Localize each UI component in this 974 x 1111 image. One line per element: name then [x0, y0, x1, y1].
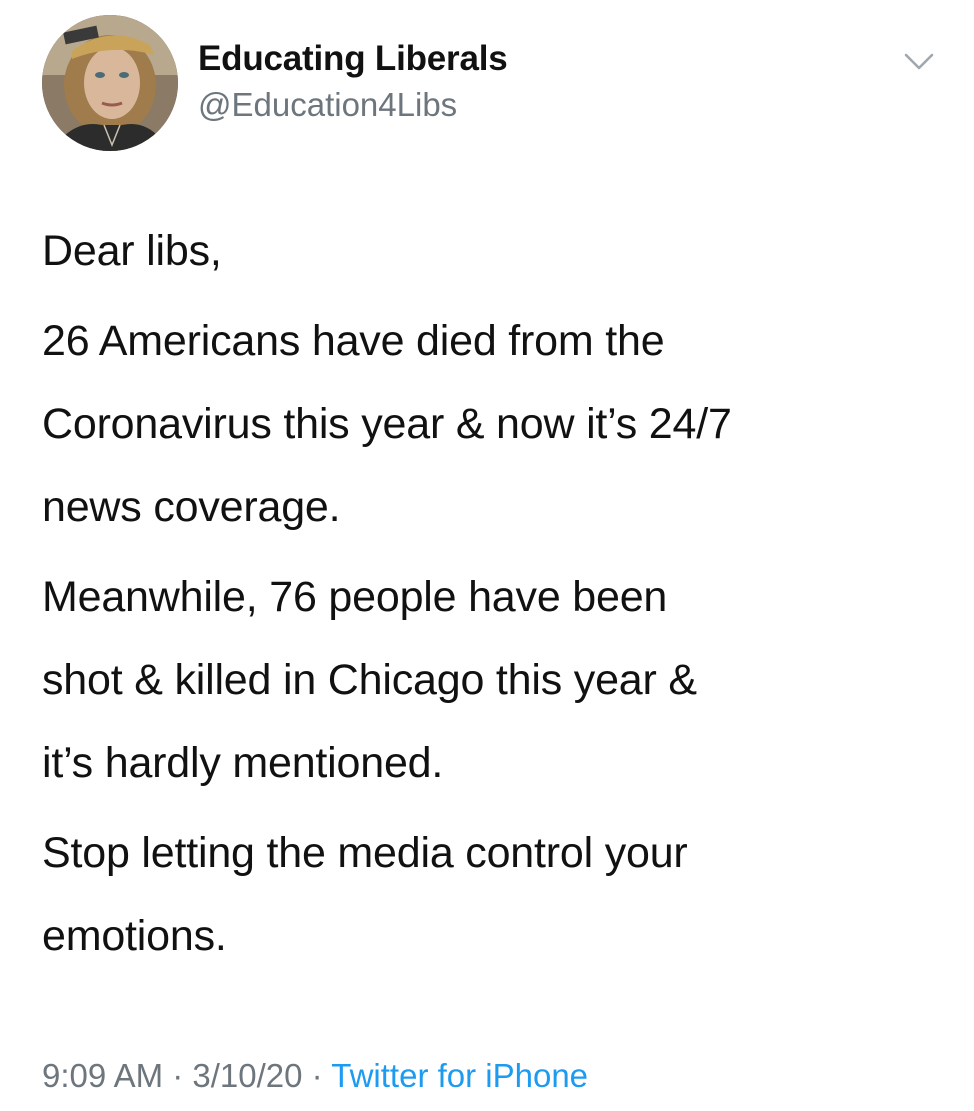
- tweet-source-link[interactable]: Twitter for iPhone: [331, 1057, 588, 1094]
- tweet-paragraph: Meanwhile, 76 people have been shot & ki…: [42, 573, 697, 787]
- tweet-paragraph: 26 Americans have died from the Coronavi…: [42, 317, 732, 531]
- tweet-time[interactable]: 9:09 AM: [42, 1057, 163, 1094]
- author-names: Educating Liberals @Education4Libs: [198, 39, 508, 125]
- tweet: Educating Liberals @Education4Libs Dear …: [0, 0, 974, 1111]
- tweet-paragraph: Dear libs,: [42, 227, 222, 275]
- author-display-name[interactable]: Educating Liberals: [198, 39, 508, 79]
- tweet-metadata: 9:09 AM · 3/10/20 · Twitter for iPhone: [42, 1052, 588, 1100]
- meta-separator: ·: [302, 1057, 332, 1094]
- author-handle[interactable]: @Education4Libs: [198, 85, 508, 125]
- tweet-date[interactable]: 3/10/20: [192, 1057, 302, 1094]
- tweet-header: Educating Liberals @Education4Libs: [42, 15, 944, 155]
- avatar-photo: [42, 15, 178, 151]
- tweet-text: Dear libs, 26 Americans have died from t…: [42, 210, 942, 985]
- meta-separator: ·: [163, 1057, 193, 1094]
- avatar[interactable]: [42, 15, 178, 151]
- chevron-down-icon[interactable]: [902, 47, 936, 75]
- tweet-paragraph: Stop letting the media control your emot…: [42, 829, 688, 960]
